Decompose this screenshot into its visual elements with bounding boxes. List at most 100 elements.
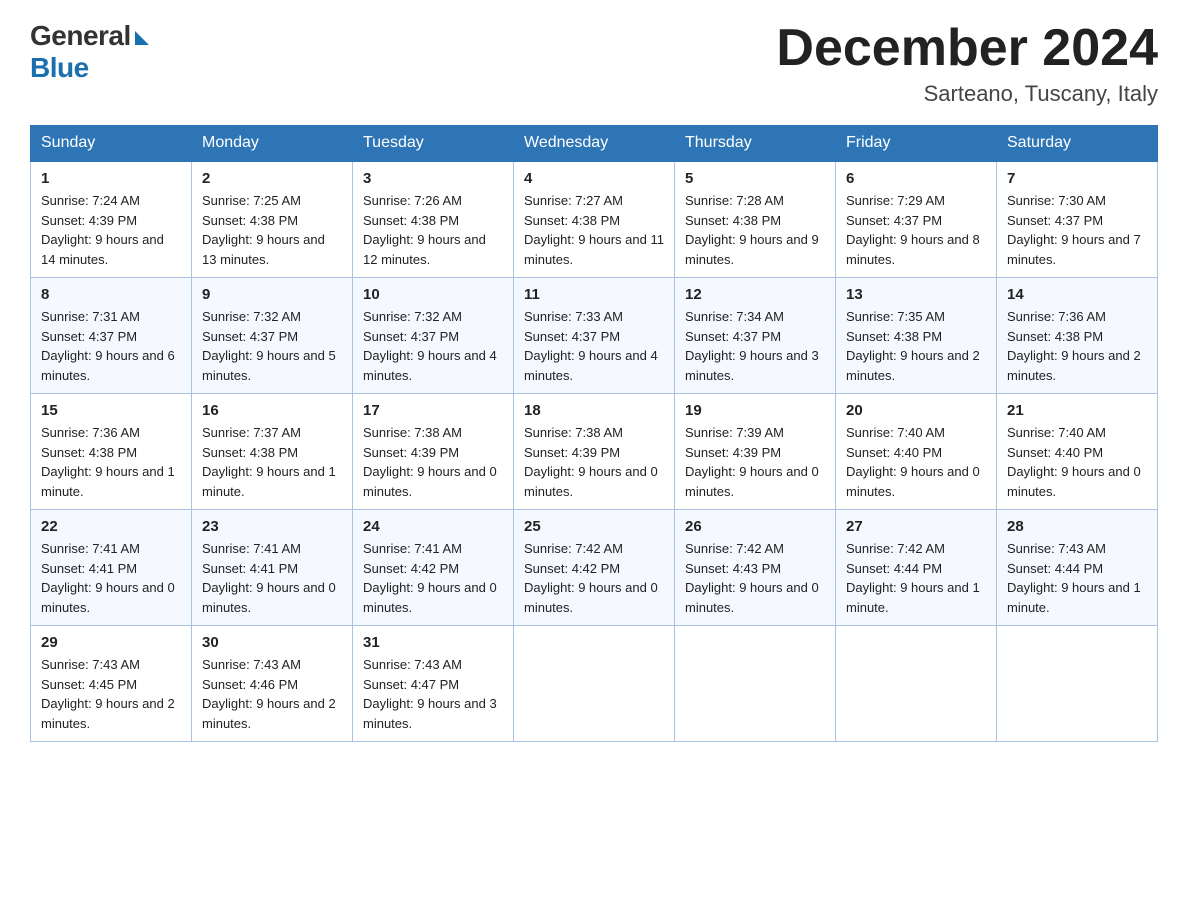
day-cell: 2 Sunrise: 7:25 AM Sunset: 4:38 PM Dayli…: [192, 161, 353, 278]
col-saturday: Saturday: [997, 126, 1158, 162]
day-number: 18: [524, 402, 664, 419]
day-info: Sunrise: 7:32 AM Sunset: 4:37 PM Dayligh…: [363, 307, 503, 385]
day-info: Sunrise: 7:33 AM Sunset: 4:37 PM Dayligh…: [524, 307, 664, 385]
day-number: 19: [685, 402, 825, 419]
day-cell: 29 Sunrise: 7:43 AM Sunset: 4:45 PM Dayl…: [31, 626, 192, 742]
day-cell: 19 Sunrise: 7:39 AM Sunset: 4:39 PM Dayl…: [675, 394, 836, 510]
day-cell: 20 Sunrise: 7:40 AM Sunset: 4:40 PM Dayl…: [836, 394, 997, 510]
logo-blue-text: Blue: [30, 52, 89, 84]
day-cell: 25 Sunrise: 7:42 AM Sunset: 4:42 PM Dayl…: [514, 510, 675, 626]
day-info: Sunrise: 7:36 AM Sunset: 4:38 PM Dayligh…: [41, 423, 181, 501]
day-cell: 3 Sunrise: 7:26 AM Sunset: 4:38 PM Dayli…: [353, 161, 514, 278]
col-tuesday: Tuesday: [353, 126, 514, 162]
day-number: 16: [202, 402, 342, 419]
col-monday: Monday: [192, 126, 353, 162]
day-number: 10: [363, 286, 503, 303]
logo-triangle-icon: [135, 31, 149, 45]
day-info: Sunrise: 7:32 AM Sunset: 4:37 PM Dayligh…: [202, 307, 342, 385]
day-info: Sunrise: 7:42 AM Sunset: 4:42 PM Dayligh…: [524, 539, 664, 617]
day-number: 27: [846, 518, 986, 535]
page-header: General Blue December 2024 Sarteano, Tus…: [30, 20, 1158, 107]
day-info: Sunrise: 7:38 AM Sunset: 4:39 PM Dayligh…: [363, 423, 503, 501]
day-cell: 9 Sunrise: 7:32 AM Sunset: 4:37 PM Dayli…: [192, 278, 353, 394]
header-row: Sunday Monday Tuesday Wednesday Thursday…: [31, 126, 1158, 162]
day-info: Sunrise: 7:39 AM Sunset: 4:39 PM Dayligh…: [685, 423, 825, 501]
day-info: Sunrise: 7:29 AM Sunset: 4:37 PM Dayligh…: [846, 191, 986, 269]
day-cell: 10 Sunrise: 7:32 AM Sunset: 4:37 PM Dayl…: [353, 278, 514, 394]
day-number: 23: [202, 518, 342, 535]
day-number: 12: [685, 286, 825, 303]
col-sunday: Sunday: [31, 126, 192, 162]
day-info: Sunrise: 7:41 AM Sunset: 4:41 PM Dayligh…: [202, 539, 342, 617]
week-row-3: 15 Sunrise: 7:36 AM Sunset: 4:38 PM Dayl…: [31, 394, 1158, 510]
day-cell: 1 Sunrise: 7:24 AM Sunset: 4:39 PM Dayli…: [31, 161, 192, 278]
day-number: 8: [41, 286, 181, 303]
day-number: 4: [524, 170, 664, 187]
day-number: 25: [524, 518, 664, 535]
day-number: 2: [202, 170, 342, 187]
day-cell: 16 Sunrise: 7:37 AM Sunset: 4:38 PM Dayl…: [192, 394, 353, 510]
day-number: 26: [685, 518, 825, 535]
day-number: 24: [363, 518, 503, 535]
day-info: Sunrise: 7:42 AM Sunset: 4:43 PM Dayligh…: [685, 539, 825, 617]
day-number: 14: [1007, 286, 1147, 303]
col-wednesday: Wednesday: [514, 126, 675, 162]
col-friday: Friday: [836, 126, 997, 162]
day-number: 17: [363, 402, 503, 419]
day-number: 31: [363, 634, 503, 651]
day-number: 6: [846, 170, 986, 187]
day-number: 13: [846, 286, 986, 303]
day-number: 20: [846, 402, 986, 419]
day-info: Sunrise: 7:26 AM Sunset: 4:38 PM Dayligh…: [363, 191, 503, 269]
week-row-2: 8 Sunrise: 7:31 AM Sunset: 4:37 PM Dayli…: [31, 278, 1158, 394]
day-cell: 15 Sunrise: 7:36 AM Sunset: 4:38 PM Dayl…: [31, 394, 192, 510]
day-info: Sunrise: 7:31 AM Sunset: 4:37 PM Dayligh…: [41, 307, 181, 385]
col-thursday: Thursday: [675, 126, 836, 162]
logo: General Blue: [30, 20, 149, 84]
day-info: Sunrise: 7:43 AM Sunset: 4:47 PM Dayligh…: [363, 655, 503, 733]
day-number: 29: [41, 634, 181, 651]
day-cell: 13 Sunrise: 7:35 AM Sunset: 4:38 PM Dayl…: [836, 278, 997, 394]
day-info: Sunrise: 7:40 AM Sunset: 4:40 PM Dayligh…: [846, 423, 986, 501]
day-number: 9: [202, 286, 342, 303]
day-cell: [675, 626, 836, 742]
day-cell: 7 Sunrise: 7:30 AM Sunset: 4:37 PM Dayli…: [997, 161, 1158, 278]
day-number: 1: [41, 170, 181, 187]
day-cell: 28 Sunrise: 7:43 AM Sunset: 4:44 PM Dayl…: [997, 510, 1158, 626]
day-number: 5: [685, 170, 825, 187]
day-cell: 22 Sunrise: 7:41 AM Sunset: 4:41 PM Dayl…: [31, 510, 192, 626]
week-row-4: 22 Sunrise: 7:41 AM Sunset: 4:41 PM Dayl…: [31, 510, 1158, 626]
day-number: 21: [1007, 402, 1147, 419]
day-info: Sunrise: 7:34 AM Sunset: 4:37 PM Dayligh…: [685, 307, 825, 385]
day-cell: 21 Sunrise: 7:40 AM Sunset: 4:40 PM Dayl…: [997, 394, 1158, 510]
day-cell: 17 Sunrise: 7:38 AM Sunset: 4:39 PM Dayl…: [353, 394, 514, 510]
day-info: Sunrise: 7:41 AM Sunset: 4:42 PM Dayligh…: [363, 539, 503, 617]
day-cell: 6 Sunrise: 7:29 AM Sunset: 4:37 PM Dayli…: [836, 161, 997, 278]
day-number: 30: [202, 634, 342, 651]
day-cell: 8 Sunrise: 7:31 AM Sunset: 4:37 PM Dayli…: [31, 278, 192, 394]
day-info: Sunrise: 7:36 AM Sunset: 4:38 PM Dayligh…: [1007, 307, 1147, 385]
day-number: 15: [41, 402, 181, 419]
day-info: Sunrise: 7:37 AM Sunset: 4:38 PM Dayligh…: [202, 423, 342, 501]
day-info: Sunrise: 7:41 AM Sunset: 4:41 PM Dayligh…: [41, 539, 181, 617]
day-number: 28: [1007, 518, 1147, 535]
day-cell: 11 Sunrise: 7:33 AM Sunset: 4:37 PM Dayl…: [514, 278, 675, 394]
day-cell: 30 Sunrise: 7:43 AM Sunset: 4:46 PM Dayl…: [192, 626, 353, 742]
day-info: Sunrise: 7:43 AM Sunset: 4:46 PM Dayligh…: [202, 655, 342, 733]
logo-general-text: General: [30, 20, 131, 52]
day-cell: [836, 626, 997, 742]
day-cell: 4 Sunrise: 7:27 AM Sunset: 4:38 PM Dayli…: [514, 161, 675, 278]
calendar-table: Sunday Monday Tuesday Wednesday Thursday…: [30, 125, 1158, 742]
day-info: Sunrise: 7:27 AM Sunset: 4:38 PM Dayligh…: [524, 191, 664, 269]
day-number: 7: [1007, 170, 1147, 187]
day-number: 11: [524, 286, 664, 303]
day-info: Sunrise: 7:38 AM Sunset: 4:39 PM Dayligh…: [524, 423, 664, 501]
day-info: Sunrise: 7:42 AM Sunset: 4:44 PM Dayligh…: [846, 539, 986, 617]
week-row-5: 29 Sunrise: 7:43 AM Sunset: 4:45 PM Dayl…: [31, 626, 1158, 742]
title-section: December 2024 Sarteano, Tuscany, Italy: [776, 20, 1158, 107]
week-row-1: 1 Sunrise: 7:24 AM Sunset: 4:39 PM Dayli…: [31, 161, 1158, 278]
day-cell: 5 Sunrise: 7:28 AM Sunset: 4:38 PM Dayli…: [675, 161, 836, 278]
day-cell: 31 Sunrise: 7:43 AM Sunset: 4:47 PM Dayl…: [353, 626, 514, 742]
day-number: 3: [363, 170, 503, 187]
day-cell: 27 Sunrise: 7:42 AM Sunset: 4:44 PM Dayl…: [836, 510, 997, 626]
